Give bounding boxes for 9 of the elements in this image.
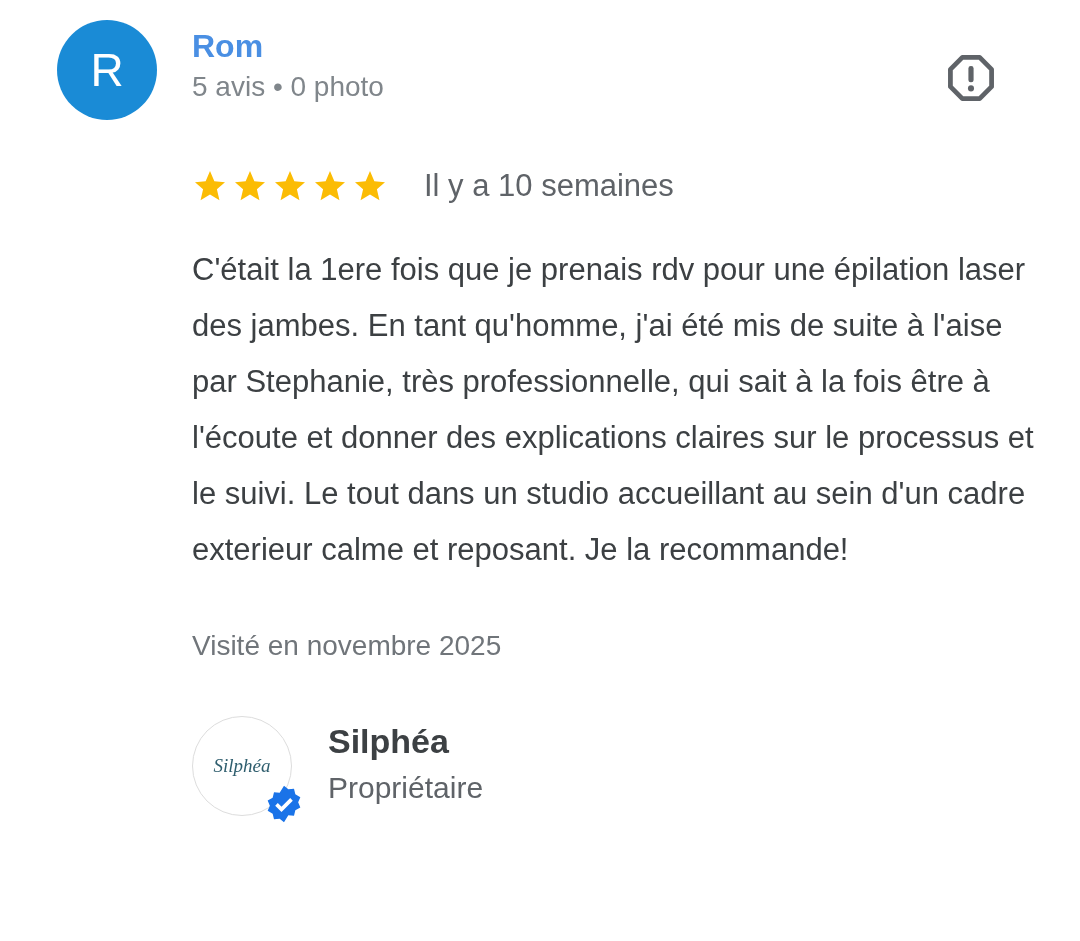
owner-role: Propriétaire — [328, 771, 484, 805]
avatar[interactable]: R — [57, 20, 157, 120]
report-icon[interactable] — [945, 52, 997, 104]
review-text: C'était la 1ere fois que je prenais rdv pour une épilation laser des jambes. En tant qu'homme, j'ai été mis de suite à l'aise par Stephanie, très professionnelle, qui sait à la fois être à l'écoute et donner des explications claires sur le processus et le suivi. Le tout dans un studio accueillant au sein d'un cadre exterieur calme et reposant. Je la recommande! — [192, 251, 1035, 569]
author-stats: 5 avis • 0 photo — [192, 71, 385, 103]
visit-date: Visité en novembre 2025 — [192, 630, 503, 662]
author-name[interactable]: Rom — [192, 28, 910, 65]
owner-name: Silphéa — [328, 722, 450, 761]
review-date: Il y a 10 semaines — [424, 168, 674, 204]
